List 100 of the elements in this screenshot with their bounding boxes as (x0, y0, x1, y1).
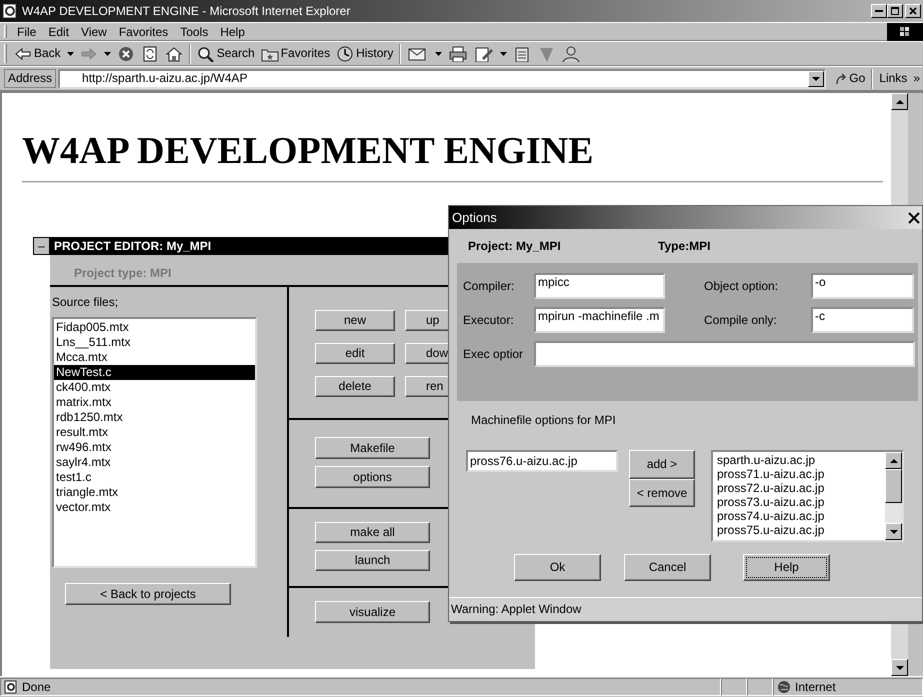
list-entry[interactable]: saylr4.mtx (54, 454, 255, 470)
zone-text: Internet (795, 680, 836, 694)
dialog-button[interactable]: Cancel (624, 554, 711, 581)
back-arrow-icon (14, 46, 32, 62)
up-arrow-icon (896, 98, 904, 104)
dialog-title: Options (452, 210, 497, 226)
flag-logo-icon (899, 26, 911, 38)
menu-item[interactable]: Edit (42, 24, 76, 40)
field-label: Compiler: (463, 278, 516, 294)
list-entry[interactable]: rw496.mtx (54, 440, 255, 455)
input-field[interactable]: mpirun -machinefile .m (534, 307, 665, 333)
dropdown-button[interactable] (808, 70, 824, 86)
scroll-down-button[interactable] (891, 659, 908, 676)
history-button[interactable]: History (333, 42, 396, 64)
scroll-thumb[interactable] (885, 469, 902, 503)
list-entry[interactable]: Lns__511.mtx (54, 334, 255, 350)
menu-item[interactable]: Help (214, 24, 251, 40)
menu-item[interactable]: File (11, 24, 42, 40)
list-entry[interactable]: ck400.mtx (54, 380, 255, 395)
globe-icon (777, 680, 791, 694)
panel-button[interactable]: visualize (315, 600, 430, 623)
field-label: Compile only: (704, 312, 778, 328)
pencil-page-icon (474, 46, 494, 62)
caret-icon (66, 52, 74, 56)
warning-bar: Warning: Applet Window (449, 597, 922, 621)
down-arrow-icon (896, 664, 904, 670)
remove-button[interactable]: < remove (629, 479, 695, 507)
page-heading: W4AP DEVELOPMENT ENGINE (22, 131, 594, 173)
status-text: Done (22, 680, 51, 694)
stop-icon (116, 46, 135, 62)
minimize-button[interactable] (871, 4, 887, 18)
maximize-button[interactable] (887, 4, 903, 18)
scroll-up-button[interactable] (891, 93, 908, 110)
person-icon (561, 46, 582, 62)
up-arrow-icon (890, 458, 898, 464)
machinefile-label: Machinefile options for MPI (471, 413, 617, 427)
list-entry[interactable]: vector.mtx (54, 500, 255, 515)
menu-item[interactable]: View (75, 24, 113, 40)
dialog-button[interactable]: Help (743, 554, 830, 581)
favorites-button[interactable]: Favorites (258, 42, 334, 64)
panel-button[interactable]: delete (315, 376, 395, 397)
address-label: Address (4, 69, 56, 88)
source-files-label: Source files; (52, 294, 120, 309)
input-field[interactable]: -c (811, 307, 914, 333)
input-field[interactable]: -o (811, 273, 914, 299)
field-label: Object option: (704, 278, 780, 294)
dialog-button[interactable]: Ok (514, 554, 601, 581)
funnel-icon (537, 46, 556, 62)
close-button[interactable] (906, 212, 922, 224)
host-entry[interactable]: sparth.u-aizu.ac.jp (715, 453, 883, 467)
host-entry[interactable]: pross73.u-aizu.ac.jp (715, 495, 883, 509)
list-entry[interactable]: matrix.mtx (54, 394, 255, 410)
panel-button[interactable]: new (315, 310, 395, 331)
input-field[interactable] (534, 341, 915, 367)
host-entry[interactable]: pross75.u-aizu.ac.jp (715, 523, 883, 537)
forward-arrow-icon (80, 46, 98, 62)
host-list[interactable]: sparth.u-aizu.ac.jp pross71.u-aizu.ac.jp pross72.u-aizu.ac.jp pross73.u-aizu.ac.jp pross74.u-aizu.ac.jp pross75.u-aizu.ac.jp (711, 450, 904, 542)
search-icon (196, 46, 215, 62)
page-icon (513, 46, 532, 62)
host-entry[interactable]: pross74.u-aizu.ac.jp (715, 509, 883, 523)
scroll-down-button[interactable] (885, 523, 902, 540)
add-button[interactable]: add > (629, 450, 695, 479)
search-button[interactable]: Search (194, 42, 258, 64)
back-to-projects-button[interactable]: < Back to projects (65, 582, 231, 605)
file-list[interactable]: Fidap005.mtx Lns__511.mtx Mcca.mtx NewTest.c ck400.mtx matrix.mtx rdb1250.mtx result.mtx rw496.mtx saylr4.mtx test1.c triangle.mtx vector.mtx (52, 316, 257, 568)
go-button[interactable]: Go (832, 68, 868, 90)
list-entry[interactable]: result.mtx (54, 424, 255, 440)
panel-button[interactable]: Makefile (315, 436, 430, 459)
caret-icon (435, 52, 442, 56)
panel-button[interactable]: make all (315, 522, 430, 543)
menu-item[interactable]: Favorites (112, 24, 174, 40)
list-entry[interactable]: Fidap005.mtx (54, 320, 255, 335)
host-entry[interactable]: pross72.u-aizu.ac.jp (715, 481, 883, 495)
close-button[interactable] (905, 4, 921, 18)
list-entry[interactable]: rdb1250.mtx (54, 410, 255, 425)
home-icon (164, 46, 183, 62)
list-entry[interactable]: Mcca.mtx (54, 350, 255, 365)
window-title: W4AP DEVELOPMENT ENGINE - Microsoft Internet Explorer (22, 4, 350, 18)
list-entry[interactable]: test1.c (54, 470, 255, 485)
host-input[interactable]: pross76.u-aizu.ac.jp (466, 450, 618, 472)
list-entry[interactable]: triangle.mtx (54, 484, 255, 500)
panel-button[interactable]: edit (315, 342, 395, 364)
type-label: Type:MPI (658, 238, 710, 254)
scroll-up-button[interactable] (885, 452, 902, 469)
panel-button[interactable]: launch (315, 550, 430, 571)
back-button[interactable]: Back (11, 42, 64, 64)
go-arrow-icon (835, 72, 848, 86)
address-field[interactable]: http://sparth.u-aizu.ac.jp/W4AP (58, 68, 826, 88)
collapse-button[interactable]: – (33, 236, 50, 255)
clock-icon (336, 46, 354, 62)
project-type: Project type: MPI (74, 266, 172, 280)
caret-icon (104, 52, 111, 56)
printer-icon (448, 46, 468, 62)
more-links-button[interactable]: » (910, 68, 923, 90)
list-entry[interactable]: NewTest.c (54, 364, 255, 380)
links-button[interactable]: Links (876, 68, 910, 90)
panel-button[interactable]: options (315, 466, 430, 488)
input-field[interactable]: mpicc (534, 273, 665, 299)
menu-item[interactable]: Tools (174, 24, 214, 40)
host-entry[interactable]: pross71.u-aizu.ac.jp (715, 467, 883, 481)
